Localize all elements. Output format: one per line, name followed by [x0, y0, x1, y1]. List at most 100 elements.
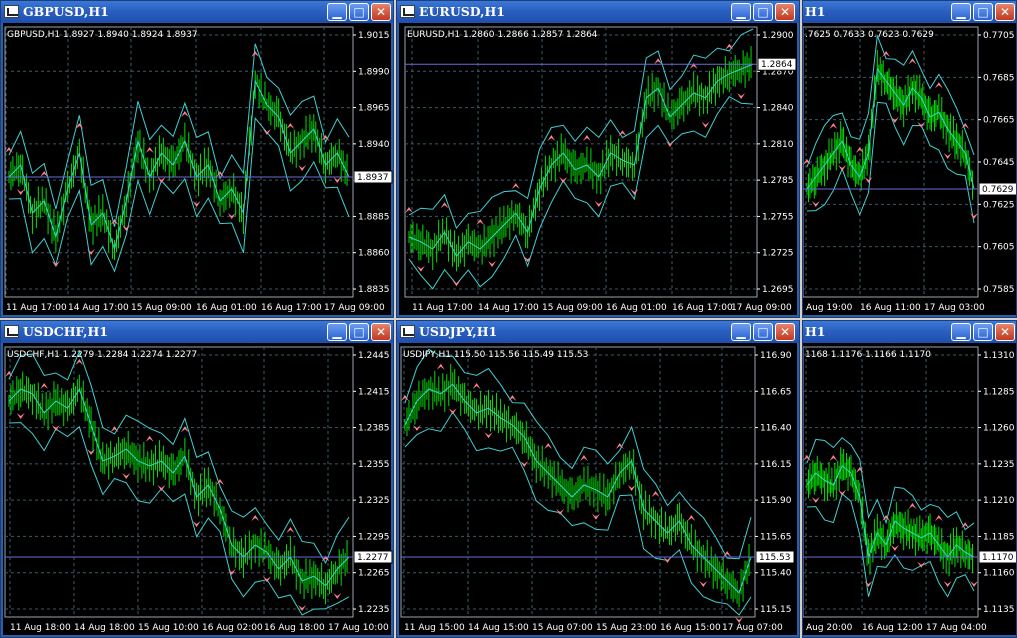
band-middle-line [8, 387, 350, 587]
price-axis-label: 1.2295 [358, 532, 390, 542]
price-chart[interactable]: 116.90 116.65 116.40 116.15 115.90 115.65 115.… [399, 343, 799, 637]
price-axis-label: 1.2235 [358, 605, 390, 615]
chart-window-icon [400, 5, 415, 18]
price-axis-label: 115.40 [760, 569, 792, 579]
current-price-label: 1.1170 [982, 553, 1014, 563]
price-chart[interactable]: 1.2445 1.2415 1.2385 1.2355 1.2325 1.2295 1.22… [3, 343, 393, 637]
time-axis-label: 17 Aug 10:00 [328, 623, 389, 633]
price-axis-label: 1.2725 [762, 249, 794, 259]
time-axis-label: 17 Aug 03:00 [924, 303, 985, 313]
ohlc-header: EURUSD,H1 1.2860 1.2866 1.2857 1.2864 [407, 30, 598, 40]
time-axis-label: 16 Aug 18:00 [264, 623, 325, 633]
chart-area[interactable]: 1.2445 1.2415 1.2385 1.2355 1.2325 1.2295 1.22… [3, 343, 393, 637]
price-axis-label: 1.2385 [358, 424, 390, 434]
fractal-up-marker [547, 135, 556, 141]
fractal-up-marker [436, 363, 445, 370]
current-price-label: 0.7629 [982, 185, 1014, 195]
close-button[interactable]: ✕ [371, 323, 391, 341]
time-axis-label: 14 Aug 17:00 [68, 303, 129, 313]
title-bar[interactable]: H1 ▁ □ ✕ [803, 321, 1016, 343]
price-axis-label: 1.2785 [762, 176, 794, 186]
close-button[interactable]: ✕ [371, 3, 391, 21]
time-axis-label: 11 Aug 15:00 [404, 623, 465, 633]
fractal-down-marker [122, 473, 131, 479]
title-bar[interactable]: H1 ▁ □ ✕ [803, 1, 1016, 23]
price-axis-label: 0.7625 [983, 200, 1015, 210]
price-axis-label: 1.2810 [762, 140, 794, 150]
minimize-button[interactable]: ▁ [951, 3, 971, 21]
fractal-down-marker [448, 408, 457, 415]
price-axis-label: 1.2840 [762, 104, 794, 114]
price-chart[interactable]: 1.90151.89901.89651.89401.89101.88851.88… [3, 23, 393, 317]
price-axis-label: 1.1235 [983, 460, 1015, 470]
maximize-button[interactable]: □ [973, 323, 993, 341]
chart-window-audusd[interactable]: H1 ▁ □ ✕ 0.7705 0.7685 0.7665 0.7645 0.7625 0… [802, 0, 1017, 318]
price-axis-label: 0.7605 [983, 243, 1015, 253]
maximize-button[interactable]: □ [349, 3, 369, 21]
time-axis-label: 11 Aug 17:00 [412, 303, 473, 313]
time-axis-label: 17 Aug 04:00 [926, 623, 987, 633]
plot-frame [4, 346, 354, 618]
price-chart[interactable]: 0.7705 0.7685 0.7665 0.7645 0.7625 0.7605 0.75… [803, 23, 1017, 317]
fractal-up-marker [855, 467, 864, 473]
chart-area[interactable]: 1.1310 1.1285 1.1260 1.1235 1.1210 1.1185 1.11… [803, 343, 1016, 635]
price-axis-label: 1.1160 [983, 569, 1015, 579]
fractal-down-marker [157, 485, 166, 491]
close-button[interactable]: ✕ [995, 323, 1015, 341]
ohlc-header: USDCHF,H1 1.2279 1.2284 1.2274 1.2277 [7, 350, 197, 360]
chart-window-usdjpy[interactable]: USDJPY,H1 ▁ □ ✕ 116.90 116.65 116.40 116.15… [396, 320, 800, 638]
price-axis-label: 116.15 [760, 460, 792, 470]
current-price-label: 1.2864 [761, 60, 793, 70]
chart-window-gbpusd[interactable]: GBPUSD,H1 ▁ □ ✕ 1.9015 1.8990 1.8965 1.8940… [0, 0, 394, 318]
price-axis-label: 1.8940 [358, 140, 390, 150]
price-chart[interactable]: 1.1310 1.1285 1.1260 1.1235 1.1210 1.1185 1.11… [803, 343, 1017, 637]
price-axis-label: 116.90 [760, 351, 792, 361]
time-axis-label: Aug 19:00 [806, 303, 853, 313]
chart-area[interactable]: 0.7705 0.7685 0.7665 0.7645 0.7625 0.7605 0.75… [803, 23, 1016, 315]
fractal-down-marker [559, 177, 568, 183]
price-chart[interactable]: 1.29001.28701.28401.28101.27851.27551.27… [399, 23, 799, 317]
close-button[interactable]: ✕ [775, 3, 795, 21]
title-bar[interactable]: EURUSD,H1 ▁ □ ✕ [397, 1, 799, 23]
price-axis-label: 1.2900 [762, 31, 794, 41]
fractal-up-marker [40, 383, 49, 389]
minimize-button[interactable]: ▁ [327, 3, 347, 21]
price-axis-label: 115.65 [760, 532, 792, 542]
minimize-button[interactable]: ▁ [731, 323, 751, 341]
window-title: GBPUSD,H1 [23, 4, 109, 19]
fractal-up-marker [511, 183, 520, 189]
fractal-down-marker [701, 121, 710, 128]
maximize-button[interactable]: □ [753, 3, 773, 21]
fractal-down-marker [262, 129, 271, 135]
price-axis-label: 1.2695 [762, 285, 794, 295]
fractal-down-marker [838, 165, 847, 171]
window-title: USDCHF,H1 [23, 324, 109, 339]
minimize-button[interactable]: ▁ [731, 3, 751, 21]
title-bar[interactable]: USDJPY,H1 ▁ □ ✕ [397, 321, 799, 343]
fractal-down-marker [970, 213, 978, 219]
maximize-button[interactable]: □ [973, 3, 993, 21]
time-axis-label: Aug 20:00 [806, 623, 853, 633]
price-axis-label: 1.1260 [983, 424, 1015, 434]
fractal-down-marker [943, 581, 952, 587]
chart-area[interactable]: 1.90151.89901.89651.89401.89101.88851.88… [3, 23, 393, 317]
minimize-button[interactable]: ▁ [327, 323, 347, 341]
minimize-button[interactable]: ▁ [951, 323, 971, 341]
fractal-down-marker [333, 177, 342, 183]
title-bar[interactable]: USDCHF,H1 ▁ □ ✕ [1, 321, 393, 343]
time-axis-label: 16 Aug 11:00 [860, 303, 921, 313]
time-axis-label: 16 Aug 15:00 [660, 623, 721, 633]
chart-area[interactable]: 116.90 116.65 116.40 116.15 115.90 115.65 115.… [399, 343, 797, 635]
maximize-button[interactable]: □ [349, 323, 369, 341]
maximize-button[interactable]: □ [753, 323, 773, 341]
chart-area[interactable]: 1.2900 1.2870 1.2840 1.2810 1.2785 1.2755 1.27… [399, 23, 797, 315]
chart-window-usdcad[interactable]: H1 ▁ □ ✕ 1.1310 1.1285 1.1260 1.1235 1.1210 1… [802, 320, 1017, 638]
close-button[interactable]: ✕ [775, 323, 795, 341]
chart-window-eurusd[interactable]: EURUSD,H1 ▁ □ ✕ 1.2900 1.2870 1.2840 1.2810… [396, 0, 800, 318]
price-axis-label: 0.7685 [983, 73, 1015, 83]
title-bar[interactable]: GBPUSD,H1 ▁ □ ✕ [1, 1, 393, 23]
fractal-up-marker [829, 123, 838, 129]
chart-window-usdchf[interactable]: USDCHF,H1 ▁ □ ✕ 1.2445 1.2415 1.2385 1.2355… [0, 320, 394, 638]
fractal-up-marker [544, 443, 553, 449]
close-button[interactable]: ✕ [995, 3, 1015, 21]
